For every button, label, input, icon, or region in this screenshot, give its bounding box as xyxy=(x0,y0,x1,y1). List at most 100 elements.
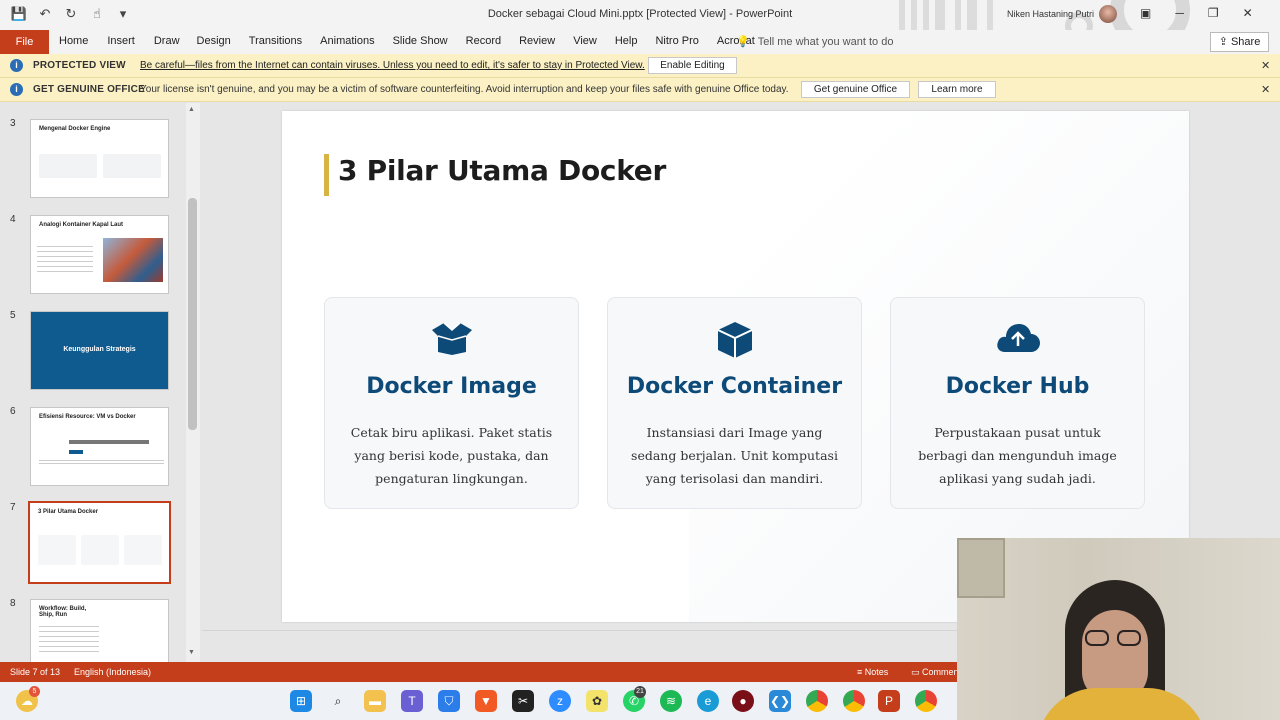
language-indicator[interactable]: English (Indonesia) xyxy=(74,667,151,677)
protected-view-bar: i PROTECTED VIEW Be careful—files from t… xyxy=(0,54,1280,78)
protected-view-label: PROTECTED VIEW xyxy=(33,60,126,71)
get-genuine-office-button[interactable]: Get genuine Office xyxy=(801,81,910,98)
title-bar: 💾 ↶ ↻ ☝ ▾ Docker sebagai Cloud Mini.pptx… xyxy=(0,0,1280,30)
weather-badge: 5 xyxy=(29,686,40,697)
share-button[interactable]: ⇪ Share xyxy=(1210,32,1269,52)
start-icon[interactable]: ⊞ xyxy=(290,690,312,712)
card-description: Cetak biru aplikasi. Paket statis yang b… xyxy=(350,425,553,486)
brave-browser-icon[interactable]: ▼ xyxy=(475,690,497,712)
pillar-card-hub: Docker Hub Perpustakaan pusat untuk berb… xyxy=(890,297,1145,509)
scroll-down-icon[interactable]: ▼ xyxy=(188,649,195,656)
genuine-office-label: GET GENUINE OFFICE xyxy=(33,84,145,95)
cube-icon xyxy=(608,320,861,360)
thumbnail-number: 6 xyxy=(10,406,16,417)
ribbon-tabs: Home Insert Draw Design Transitions Anim… xyxy=(59,35,755,47)
file-explorer-icon[interactable]: ▬ xyxy=(364,690,386,712)
zoom-icon[interactable]: z xyxy=(549,690,571,712)
slide-thumbnail-7[interactable]: 3 Pilar Utama Docker xyxy=(28,501,171,584)
close-bar-icon[interactable]: ✕ xyxy=(1261,59,1270,72)
thumbnail-title: Efisiensi Resource: VM vs Docker xyxy=(39,414,136,420)
share-icon: ⇪ xyxy=(1218,36,1231,48)
card-title: Docker Hub xyxy=(945,374,1090,399)
webcam-overlay xyxy=(957,538,1280,720)
slide-thumbnail-6[interactable]: Efisiensi Resource: VM vs Docker xyxy=(30,407,169,486)
capcut-icon[interactable]: ✂ xyxy=(512,690,534,712)
tab-draw[interactable]: Draw xyxy=(154,35,180,47)
slide-title: 3 Pilar Utama Docker xyxy=(338,154,666,187)
user-name[interactable]: Niken Hastaning Putri xyxy=(1007,9,1094,19)
davinci-icon[interactable]: ● xyxy=(732,690,754,712)
notes-button[interactable]: ≡ Notes xyxy=(857,667,888,677)
tell-me-search[interactable]: 💡 Tell me what you want to do xyxy=(736,35,893,48)
card-title: Docker Image xyxy=(366,374,537,399)
thumbnail-title: Keunggulan Strategis xyxy=(63,346,136,353)
info-icon: i xyxy=(10,83,23,96)
thumbnail-number: 4 xyxy=(10,214,16,225)
thumbnail-scrollbar[interactable]: ▲ ▼ xyxy=(186,103,200,662)
tab-transitions[interactable]: Transitions xyxy=(249,35,302,47)
thumbnail-number: 7 xyxy=(10,502,16,513)
avatar[interactable] xyxy=(1099,5,1117,23)
security-shield-icon[interactable]: ⛉ xyxy=(438,690,460,712)
powerpoint-icon[interactable]: P xyxy=(878,690,900,712)
slide-thumbnail-3[interactable]: Mengenal Docker Engine xyxy=(30,119,169,198)
pillar-card-image: Docker Image Cetak biru aplikasi. Paket … xyxy=(324,297,579,509)
cloud-upload-icon xyxy=(891,320,1144,360)
slide-counter: Slide 7 of 13 xyxy=(10,667,61,677)
tab-animations[interactable]: Animations xyxy=(320,35,374,47)
tab-review[interactable]: Review xyxy=(519,35,555,47)
tab-view[interactable]: View xyxy=(573,35,597,47)
enable-editing-button[interactable]: Enable Editing xyxy=(648,57,737,74)
title-accent-bar xyxy=(324,154,329,196)
thumbnail-title: 3 Pilar Utama Docker xyxy=(38,509,99,515)
slide-thumbnail-5[interactable]: Keunggulan Strategis xyxy=(30,311,169,390)
thumbnail-number: 8 xyxy=(10,598,16,609)
slide-thumbnail-4[interactable]: Analogi Kontainer Kapal Laut xyxy=(30,215,169,294)
chrome-profile-icon[interactable] xyxy=(843,690,865,712)
tab-home[interactable]: Home xyxy=(59,35,88,47)
tell-me-text: Tell me what you want to do xyxy=(757,36,894,48)
tab-nitro-pro[interactable]: Nitro Pro xyxy=(655,35,698,47)
genuine-office-bar: i GET GENUINE OFFICE Your license isn't … xyxy=(0,78,1280,102)
comment-icon: ▭ xyxy=(911,667,923,677)
thumbnail-number: 5 xyxy=(10,310,16,321)
scroll-up-icon[interactable]: ▲ xyxy=(188,106,195,113)
spotify-icon[interactable]: ≋ xyxy=(660,690,682,712)
tab-help[interactable]: Help xyxy=(615,35,638,47)
card-title: Docker Container xyxy=(626,374,843,399)
tab-insert[interactable]: Insert xyxy=(107,35,135,47)
card-description: Instansiasi dari Image yang sedang berja… xyxy=(631,425,838,486)
thumbnail-number: 3 xyxy=(10,118,16,129)
box-open-icon xyxy=(325,320,578,360)
tab-file[interactable]: File xyxy=(0,30,49,54)
share-label: Share xyxy=(1230,36,1261,48)
whatsapp-badge: 21 xyxy=(634,686,646,698)
search-icon[interactable]: ⌕ xyxy=(327,690,349,712)
tab-slide-show[interactable]: Slide Show xyxy=(393,35,448,47)
protected-view-message[interactable]: Be careful—files from the Internet can c… xyxy=(140,60,645,71)
window-controls: ▣ ─ ❐ ✕ xyxy=(1140,6,1253,20)
learn-more-button[interactable]: Learn more xyxy=(918,81,996,98)
scrollbar-thumb[interactable] xyxy=(188,198,197,430)
info-icon: i xyxy=(10,59,23,72)
restore-icon[interactable]: ❐ xyxy=(1208,6,1219,20)
close-icon[interactable]: ✕ xyxy=(1243,6,1253,20)
chrome-icon[interactable] xyxy=(806,690,828,712)
sticky-app-icon[interactable]: ✿ xyxy=(586,690,608,712)
vscode-icon[interactable]: ❮❯ xyxy=(769,690,791,712)
thumbnail-title: Analogi Kontainer Kapal Laut xyxy=(39,222,124,228)
tab-record[interactable]: Record xyxy=(466,35,501,47)
close-bar-icon[interactable]: ✕ xyxy=(1261,83,1270,96)
ribbon-display-icon[interactable]: ▣ xyxy=(1140,6,1151,20)
slide-thumbnail-pane: 3 Mengenal Docker Engine 4 Analogi Konta… xyxy=(0,103,202,678)
edge-icon[interactable]: e xyxy=(697,690,719,712)
pillar-card-container: Docker Container Instansiasi dari Image … xyxy=(607,297,862,509)
thumbnail-title: Mengenal Docker Engine xyxy=(39,126,111,132)
tab-design[interactable]: Design xyxy=(197,35,231,47)
minimize-icon[interactable]: ─ xyxy=(1175,6,1184,20)
notes-icon: ≡ xyxy=(857,667,865,677)
teams-icon[interactable]: T xyxy=(401,690,423,712)
chrome-app-icon[interactable] xyxy=(915,690,937,712)
thumbnail-image xyxy=(103,238,163,282)
lightbulb-icon: 💡 xyxy=(736,36,750,48)
